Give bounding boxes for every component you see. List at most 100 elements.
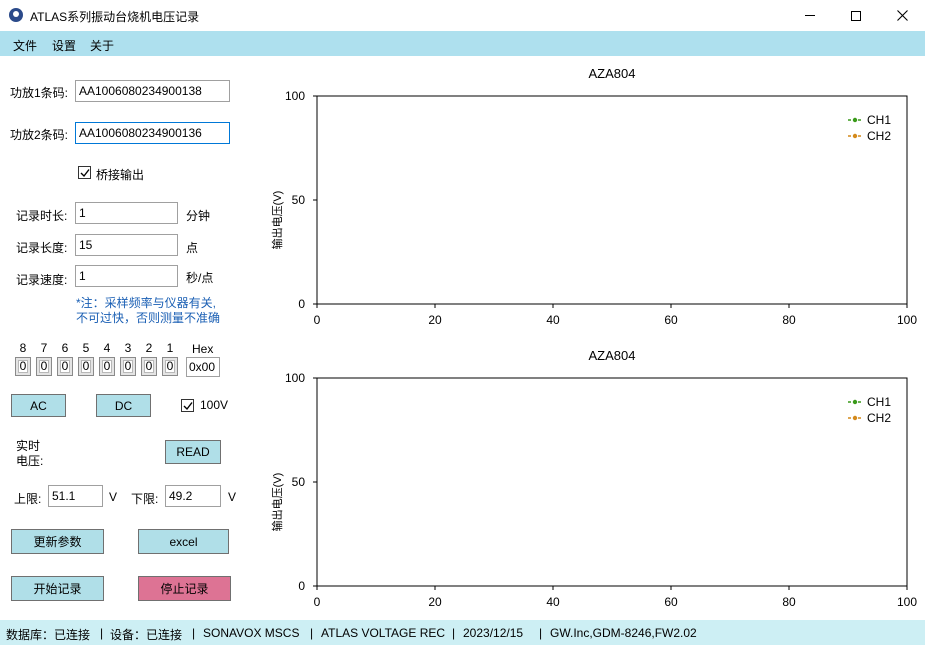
bit-label: 1 xyxy=(166,341,174,355)
bit-toggle-7[interactable]: 0 xyxy=(36,357,52,376)
status-app: ATLAS VOLTAGE REC xyxy=(321,626,446,640)
plot-area xyxy=(316,377,908,587)
status-system: SONAVOX MSCS xyxy=(203,626,300,640)
x-tick-label: 60 xyxy=(664,313,678,327)
x-tick-label: 100 xyxy=(897,313,917,327)
x-tick-label: 80 xyxy=(782,313,796,327)
status-bar: 数据库：已连接 | 设备：已连接 | SONAVOX MSCS | ATLAS … xyxy=(0,620,925,645)
x-tick-label: 0 xyxy=(314,595,321,609)
dc-button[interactable]: DC xyxy=(96,394,151,417)
lower-limit-unit: V xyxy=(228,490,237,504)
legend-swatch-marker xyxy=(852,399,858,405)
legend-label: CH2 xyxy=(867,129,891,143)
sampling-note: *注：采样频率与仪器有关, 不可过快，否则测量不准确 xyxy=(76,296,221,325)
x-tick-label: 0 xyxy=(314,313,321,327)
bit-label: 7 xyxy=(40,341,48,355)
menu-file[interactable]: 文件 xyxy=(13,37,37,54)
bit-label: 5 xyxy=(82,341,90,355)
bit-value: 0 xyxy=(61,359,69,373)
excel-button[interactable]: excel xyxy=(138,529,229,554)
bit-label: 4 xyxy=(103,341,111,355)
status-separator: | xyxy=(192,626,196,640)
amp2-barcode-input[interactable]: AA1006080234900136 xyxy=(75,122,230,144)
chart-svg: AZA804 0 50 100 0 20 40 60 80 100 输出电压(V) CH1 CH2 xyxy=(270,348,917,609)
y-axis-label: 输出电压(V) xyxy=(270,473,284,532)
read-button[interactable]: READ xyxy=(165,440,221,464)
menu-about[interactable]: 关于 xyxy=(90,37,114,54)
bit-value: 0 xyxy=(124,359,132,373)
legend-swatch-marker xyxy=(852,133,858,139)
status-instrument: GW.Inc,GDM-8246,FW2.02 xyxy=(550,626,697,640)
bit-toggle-4[interactable]: 0 xyxy=(99,357,115,376)
legend-swatch-marker xyxy=(852,117,858,123)
upper-limit-unit: V xyxy=(109,490,118,504)
y-tick-label: 100 xyxy=(285,371,305,385)
lower-limit-input[interactable]: 49.2 xyxy=(165,485,221,507)
chart-title: AZA804 xyxy=(589,66,636,81)
bit-value: 0 xyxy=(103,359,111,373)
100v-label: 100V xyxy=(200,398,229,412)
maximize-icon xyxy=(851,10,861,21)
status-date: 2023/12/15 xyxy=(463,626,524,640)
legend-label: CH2 xyxy=(867,411,891,425)
x-tick-label: 40 xyxy=(546,595,560,609)
app-logo-icon xyxy=(9,8,23,22)
chart-svg: AZA804 0 50 100 0 20 40 60 80 100 输出电压(V) CH1 CH2 xyxy=(270,66,917,327)
bit-value: 0 xyxy=(82,359,90,373)
bit-label: 3 xyxy=(124,341,132,355)
stop-record-button[interactable]: 停止记录 xyxy=(138,576,231,601)
bit-toggle-2[interactable]: 0 xyxy=(141,357,157,376)
y-tick-label: 50 xyxy=(292,193,306,207)
status-device: 设备：已连接 xyxy=(110,628,183,642)
length-input[interactable]: 15 xyxy=(75,234,178,256)
minimize-button[interactable] xyxy=(787,0,833,31)
bit-toggle-6[interactable]: 0 xyxy=(57,357,73,376)
bit-toggle-5[interactable]: 0 xyxy=(78,357,94,376)
bit-toggle-3[interactable]: 0 xyxy=(120,357,136,376)
duration-input[interactable]: 1 xyxy=(75,202,178,224)
status-separator: | xyxy=(539,626,543,640)
y-tick-label: 0 xyxy=(298,297,305,311)
start-record-button[interactable]: 开始记录 xyxy=(11,576,104,601)
window-title: ATLAS系列振动台烧机电压记录 xyxy=(30,10,200,24)
amp1-barcode-input[interactable]: AA1006080234900138 xyxy=(75,80,230,102)
upper-limit-input[interactable]: 51.1 xyxy=(48,485,103,507)
bit-toggle-8[interactable]: 0 xyxy=(15,357,31,376)
y-axis-label: 输出电压(V) xyxy=(270,191,284,250)
x-tick-label: 60 xyxy=(664,595,678,609)
bridge-output-label: 桥接输出 xyxy=(96,168,145,182)
bit-value: 0 xyxy=(145,359,153,373)
bit-label: 6 xyxy=(61,341,69,355)
maximize-button[interactable] xyxy=(833,0,879,31)
close-button[interactable] xyxy=(879,0,925,31)
amp1-barcode-label: 功放1条码: xyxy=(10,86,69,100)
bridge-output-checkbox[interactable] xyxy=(78,166,91,179)
speed-unit: 秒/点 xyxy=(186,271,214,285)
bit-label: 2 xyxy=(145,341,153,355)
checkmark-icon xyxy=(183,402,193,411)
100v-checkbox[interactable] xyxy=(181,399,194,412)
bit-value: 0 xyxy=(40,359,48,373)
hex-value-field[interactable]: 0x00 xyxy=(186,357,220,377)
legend-label: CH1 xyxy=(867,395,891,409)
menu-settings[interactable]: 设置 xyxy=(52,37,76,54)
status-database: 数据库：已连接 xyxy=(6,628,91,642)
bit-value: 0 xyxy=(166,359,174,373)
status-separator: | xyxy=(100,626,104,640)
checkmark-icon xyxy=(80,169,90,178)
bit-toggle-1[interactable]: 0 xyxy=(162,357,178,376)
legend-swatch-marker xyxy=(852,415,858,421)
lower-limit-label: 下限: xyxy=(131,492,159,506)
bit-value: 0 xyxy=(19,359,27,373)
speed-input[interactable]: 1 xyxy=(75,265,178,287)
y-tick-label: 100 xyxy=(285,89,305,103)
voltage-chart-bottom: AZA804 0 50 100 0 20 40 60 80 100 输出电压(V) CH1 CH2 xyxy=(240,340,925,620)
x-tick-label: 80 xyxy=(782,595,796,609)
close-icon xyxy=(896,10,908,21)
y-tick-label: 50 xyxy=(292,475,306,489)
menu-bar: 文件 设置 关于 xyxy=(0,31,925,56)
amp2-barcode-label: 功放2条码: xyxy=(10,128,69,142)
ac-button[interactable]: AC xyxy=(11,394,66,417)
minimize-icon xyxy=(805,15,815,16)
update-params-button[interactable]: 更新参数 xyxy=(11,529,104,554)
